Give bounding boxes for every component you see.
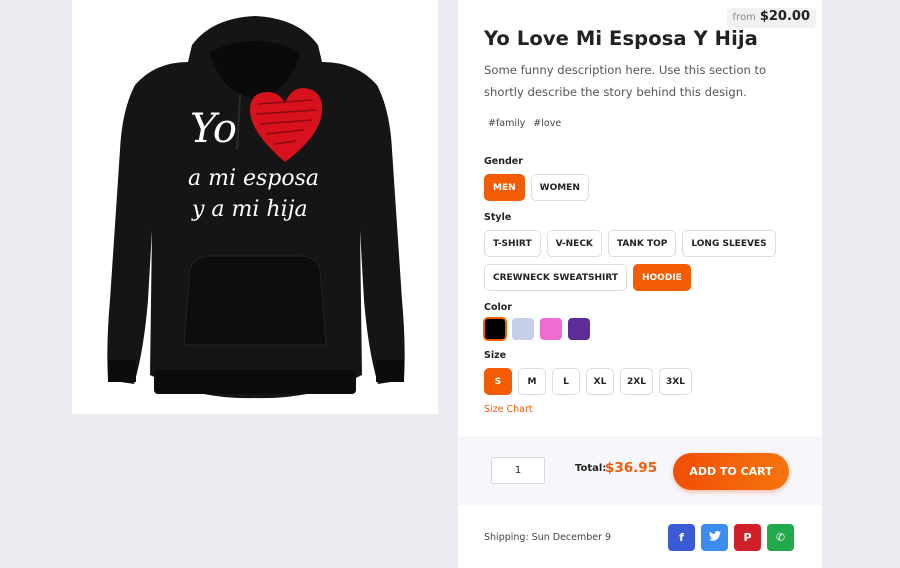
facebook-share-button[interactable]: f (668, 524, 695, 551)
price-from-value: $20.00 (759, 9, 810, 24)
price-from-label: from (732, 12, 756, 23)
pinterest-icon: P (743, 531, 752, 544)
style-options-row1: T-SHIRT V-NECK TANK TOP LONG SLEEVES (484, 230, 776, 257)
size-option-xl[interactable]: XL (586, 368, 614, 395)
color-swatch-pink[interactable] (540, 318, 562, 340)
tag-list: #family #love (484, 118, 565, 129)
gender-option-men[interactable]: MEN (484, 174, 525, 201)
size-chart-link[interactable]: Size Chart (484, 404, 533, 415)
tag-love[interactable]: #love (529, 118, 565, 129)
pinterest-share-button[interactable]: P (734, 524, 761, 551)
gender-options: MEN WOMEN (484, 174, 589, 201)
gender-option-women[interactable]: WOMEN (530, 174, 589, 201)
whatsapp-share-button[interactable]: ✆ (767, 524, 794, 551)
twitter-icon (708, 530, 721, 544)
shipping-info: Shipping: Sun December 9 (484, 532, 612, 543)
hoodie-image: Yo a mi esposa y a mi hija (107, 16, 405, 399)
color-swatch-black[interactable] (483, 317, 507, 341)
color-swatch-purple[interactable] (568, 318, 590, 340)
artwork-text-line2: a mi esposa (188, 166, 319, 191)
style-option-tank-top[interactable]: TANK TOP (607, 230, 677, 257)
artwork-text-line1: Yo (190, 106, 237, 152)
product-description: Some funny description here. Use this se… (484, 63, 767, 99)
quantity-input[interactable]: 1 (491, 457, 545, 484)
total-value: $36.95 (605, 460, 658, 476)
style-label: Style (484, 212, 512, 223)
add-to-cart-bar: 1 Total: $36.95 ADD TO CART (458, 436, 822, 506)
size-option-2xl[interactable]: 2XL (620, 368, 653, 395)
size-option-s[interactable]: S (484, 368, 512, 395)
style-option-hoodie[interactable]: HOODIE (633, 264, 691, 291)
artwork-text-line3: y a mi hija (191, 197, 308, 222)
product-details-panel: from $20.00 Yo Love Mi Esposa Y Hija Som… (458, 0, 822, 568)
style-option-long-sleeves[interactable]: LONG SLEEVES (682, 230, 776, 257)
color-swatch-light-blue[interactable] (512, 318, 534, 340)
size-option-3xl[interactable]: 3XL (659, 368, 692, 395)
size-label: Size (484, 350, 507, 361)
size-option-l[interactable]: L (552, 368, 580, 395)
product-title: Yo Love Mi Esposa Y Hija (484, 27, 758, 50)
color-label: Color (484, 302, 512, 313)
gender-label: Gender (484, 156, 523, 167)
tag-family[interactable]: #family (484, 118, 529, 129)
price-badge: from $20.00 (726, 8, 816, 28)
share-buttons: f P ✆ (668, 524, 794, 551)
style-option-crewneck-sweatshirt[interactable]: CREWNECK SWEATSHIRT (484, 264, 627, 291)
whatsapp-icon: ✆ (775, 531, 786, 544)
style-option-vneck[interactable]: V-NECK (546, 230, 602, 257)
color-swatches (483, 317, 590, 341)
product-image: Yo a mi esposa y a mi hija (72, 0, 438, 414)
total-label: Total: (575, 463, 607, 474)
size-options: S M L XL 2XL 3XL (484, 368, 692, 395)
facebook-icon: f (679, 531, 684, 544)
style-option-tshirt[interactable]: T-SHIRT (484, 230, 541, 257)
style-options-row2: CREWNECK SWEATSHIRT HOODIE (484, 264, 691, 291)
add-to-cart-button[interactable]: ADD TO CART (673, 453, 789, 490)
size-option-m[interactable]: M (518, 368, 546, 395)
twitter-share-button[interactable] (701, 524, 728, 551)
